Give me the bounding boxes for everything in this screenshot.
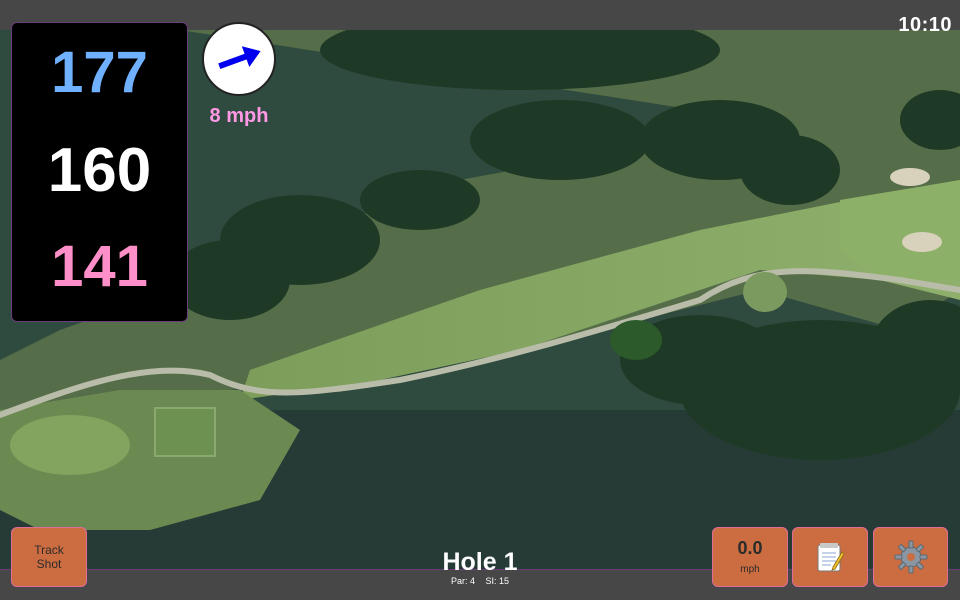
back-distance: 177 xyxy=(51,40,148,105)
notes-button[interactable] xyxy=(792,527,868,587)
track-shot-label-line1: Track xyxy=(34,543,64,557)
hole-details: Par: 4 SI: 15 xyxy=(400,576,560,586)
wind-arrow-icon xyxy=(218,46,261,70)
hole-par: Par: 4 xyxy=(450,576,475,586)
distance-panel: 177 160 141 xyxy=(11,22,188,322)
hole-title: Hole 1 xyxy=(442,548,518,576)
settings-button[interactable] xyxy=(873,527,948,587)
wind-dial xyxy=(202,22,276,96)
speed-unit: mph xyxy=(740,564,760,575)
clock-time: 10:10 xyxy=(898,14,952,36)
notepad-icon xyxy=(817,543,845,572)
gear-icon xyxy=(894,540,927,574)
track-shot-label-line2: Shot xyxy=(36,557,62,571)
hole-info: Hole 1 Par: 4 SI: 15 xyxy=(400,548,560,586)
speed-value: 0.0 xyxy=(737,538,763,558)
wind-speed: 8 mph xyxy=(209,105,269,127)
speed-button[interactable]: 0.0 mph xyxy=(712,527,788,587)
middle-distance: 160 xyxy=(47,136,152,205)
front-distance: 141 xyxy=(51,234,148,299)
track-shot-button[interactable]: Track Shot xyxy=(11,527,87,587)
hole-stroke-index: SI: 15 xyxy=(485,576,510,586)
